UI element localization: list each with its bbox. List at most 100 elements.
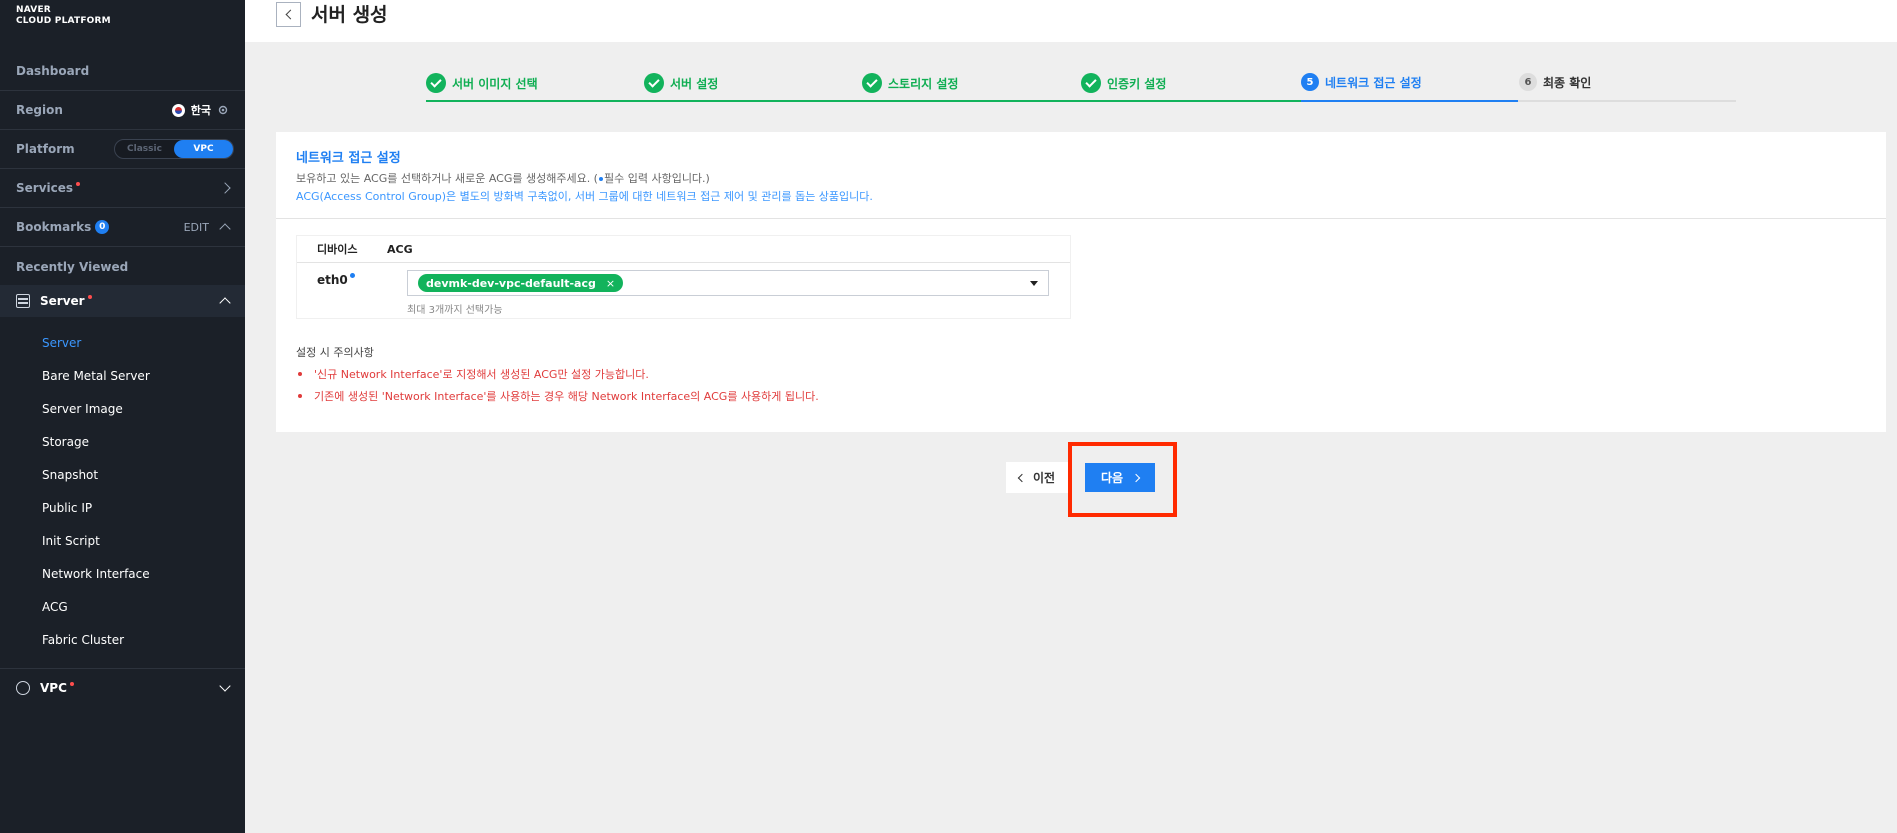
sidebar-subitem-bare-metal-server[interactable]: Bare Metal Server: [42, 369, 150, 383]
notice-item: '신규 Network Interface'로 지정해서 생성된 ACG만 설정…: [296, 366, 649, 382]
sidebar-group-server[interactable]: Server: [0, 285, 245, 317]
check-icon: [426, 73, 446, 93]
check-icon: [644, 73, 664, 93]
sidebar-subitem-server-image[interactable]: Server Image: [42, 402, 123, 416]
acg-table: 디바이스 ACG eth0 devmk-dev-vpc-default-acg …: [296, 235, 1071, 319]
back-button[interactable]: [276, 1, 301, 27]
dropdown-caret-icon[interactable]: [1030, 281, 1038, 286]
bookmarks-count-badge: 0: [95, 220, 110, 234]
sidebar-subitem-fabric-cluster[interactable]: Fabric Cluster: [42, 633, 124, 647]
step-network-access: 5 네트워크 접근 설정: [1301, 73, 1422, 91]
region-label: Region: [16, 103, 63, 117]
step-label: 최종 확인: [1543, 75, 1592, 90]
step-label: 서버 설정: [670, 76, 719, 91]
section-title: 네트워크 접근 설정: [296, 151, 401, 166]
korea-flag-icon: [171, 103, 185, 117]
sidebar-item-recently-viewed[interactable]: Recently Viewed: [0, 247, 245, 286]
step-label: 스토리지 설정: [888, 76, 959, 91]
wizard-steps: 서버 이미지 선택 서버 설정 스토리지 설정 인증키 설정 5 네트워크 접근 …: [426, 68, 1736, 102]
step-number: 6: [1519, 73, 1537, 91]
chevron-left-icon: [1017, 473, 1027, 482]
prev-button-label: 이전: [1032, 471, 1056, 485]
vpc-icon: [16, 681, 30, 695]
check-icon: [862, 73, 882, 93]
column-header-acg: ACG: [387, 242, 413, 256]
new-indicator-dot: [87, 295, 92, 299]
step-label: 인증키 설정: [1107, 76, 1167, 91]
sidebar-subitem-server[interactable]: Server: [42, 336, 81, 350]
services-label: Services: [16, 181, 74, 195]
sidebar-group-vpc[interactable]: VPC: [0, 668, 245, 707]
check-icon: [1081, 73, 1101, 93]
chevron-up-icon[interactable]: [219, 223, 231, 235]
bookmarks-edit-button[interactable]: EDIT: [184, 221, 209, 234]
table-header: 디바이스 ACG: [297, 236, 1070, 263]
acg-select[interactable]: devmk-dev-vpc-default-acg ×: [407, 270, 1049, 296]
description-text-required: 필수 입력 사항입니다.): [603, 172, 710, 185]
chevron-right-icon: [219, 182, 231, 194]
network-access-card: 네트워크 접근 설정 보유하고 있는 ACG를 선택하거나 새로운 ACG를 생…: [276, 132, 1886, 432]
remove-tag-icon[interactable]: ×: [606, 277, 615, 290]
notice-text: '신규 Network Interface'로 지정해서 생성된 ACG만 설정…: [314, 368, 649, 381]
new-indicator-dot: [76, 182, 81, 186]
table-row: eth0 devmk-dev-vpc-default-acg × 최대 3개까지…: [297, 263, 1070, 318]
step-label: 네트워크 접근 설정: [1325, 75, 1422, 90]
sidebar-subitem-acg[interactable]: ACG: [42, 600, 68, 614]
step-storage-settings[interactable]: 스토리지 설정: [862, 73, 958, 93]
chevron-down-icon[interactable]: [219, 680, 231, 692]
description-text: 보유하고 있는 ACG를 선택하거나 새로운 ACG를 생성해주세요. (: [296, 172, 598, 185]
acg-tag-label: devmk-dev-vpc-default-acg: [426, 276, 596, 290]
platform-label: Platform: [16, 142, 75, 156]
sidebar-subitem-network-interface[interactable]: Network Interface: [42, 567, 150, 581]
required-dot-icon: [598, 177, 603, 181]
notice-text: 기존에 생성된 'Network Interface'를 사용하는 경우 해당 …: [314, 390, 819, 403]
page-title: 서버 생성: [311, 3, 388, 26]
region-value[interactable]: 한국: [191, 102, 211, 118]
server-group-label: Server: [40, 294, 85, 308]
page-header: 서버 생성: [245, 0, 1897, 42]
sidebar-subitem-public-ip[interactable]: Public IP: [42, 501, 92, 515]
platform-option-classic[interactable]: Classic: [115, 144, 174, 154]
acg-hint: 최대 3개까지 선택가능: [407, 305, 503, 316]
prev-button[interactable]: 이전: [1006, 462, 1068, 493]
vpc-label: VPC: [40, 681, 67, 695]
device-cell: eth0: [317, 273, 355, 287]
notice-item: 기존에 생성된 'Network Interface'를 사용하는 경우 해당 …: [296, 388, 819, 404]
current-step-indicator: [1301, 100, 1518, 102]
step-server-settings[interactable]: 서버 설정: [644, 73, 718, 93]
bullet-icon: [298, 394, 302, 398]
notice-title: 설정 시 주의사항: [296, 346, 374, 359]
sidebar-region: Region 한국: [0, 91, 245, 130]
brand-line-2: CLOUD PLATFORM: [16, 16, 111, 26]
sidebar-subitem-storage[interactable]: Storage: [42, 435, 89, 449]
divider: [276, 218, 1886, 219]
section-description: 보유하고 있는 ACG를 선택하거나 새로운 ACG를 생성해주세요. ( 필수 …: [296, 170, 710, 186]
platform-option-vpc[interactable]: VPC: [174, 140, 233, 158]
sidebar-bookmarks[interactable]: Bookmarks 0 EDIT: [0, 208, 245, 247]
brand-logo[interactable]: NAVER CLOUD PLATFORM: [16, 5, 111, 27]
acg-tag: devmk-dev-vpc-default-acg ×: [418, 274, 624, 292]
bookmarks-label: Bookmarks: [16, 220, 92, 234]
required-dot-icon: [349, 273, 355, 278]
sidebar-platform: Platform Classic VPC: [0, 130, 245, 169]
column-header-device: 디바이스: [317, 243, 358, 256]
platform-toggle[interactable]: Classic VPC: [114, 139, 234, 159]
dashboard-label: Dashboard: [16, 64, 90, 78]
sidebar-item-dashboard[interactable]: Dashboard: [0, 52, 245, 91]
brand-line-1: NAVER: [16, 5, 51, 15]
sidebar-subitem-init-script[interactable]: Init Script: [42, 534, 100, 548]
chevron-up-icon[interactable]: [219, 297, 231, 309]
step-server-image[interactable]: 서버 이미지 선택: [426, 73, 538, 93]
highlight-box: [1068, 442, 1177, 517]
gear-icon[interactable]: [217, 104, 229, 116]
sidebar-item-services[interactable]: Services: [0, 169, 245, 208]
bullet-icon: [298, 372, 302, 376]
step-auth-key[interactable]: 인증키 설정: [1081, 73, 1166, 93]
step-number: 5: [1301, 73, 1319, 91]
server-icon: [16, 294, 30, 308]
step-label: 서버 이미지 선택: [452, 76, 538, 91]
new-indicator-dot: [69, 682, 74, 686]
sidebar-subitem-snapshot[interactable]: Snapshot: [42, 468, 98, 482]
recently-viewed-label: Recently Viewed: [16, 259, 129, 274]
chevron-left-icon: [285, 9, 295, 19]
